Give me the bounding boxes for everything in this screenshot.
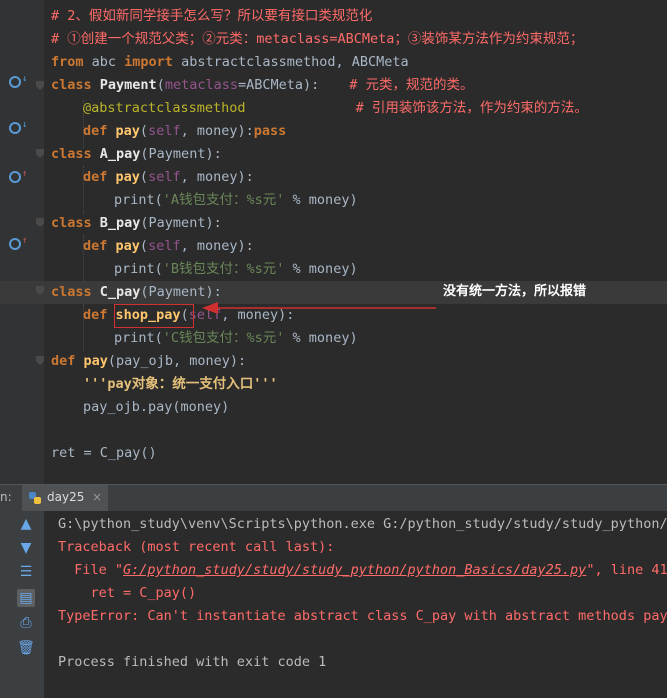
code-line-def-pay-func: def pay(pay_ojb, money): xyxy=(51,353,247,369)
code-line-comment: # 2、假如新同学接手怎么写？所以要有接口类规范化 xyxy=(51,8,373,24)
console-traceback: Traceback (most recent call last): xyxy=(58,539,335,555)
code-line-print: print('B钱包支付：%s元' % money) xyxy=(114,261,358,277)
code-line-print: print('C钱包支付：%s元' % money) xyxy=(114,330,358,346)
trash-icon[interactable]: 🗑 xyxy=(17,639,35,657)
code-line-class-b-pay: class B_pay(Payment): xyxy=(51,215,222,231)
code-line-def-pay: def pay(self, money):pass xyxy=(83,123,287,139)
code-line-pay-call: pay_ojb.pay(money) xyxy=(83,399,230,415)
implements-icon[interactable]: ↑ xyxy=(9,236,27,250)
code-line-decorator: @abstractclassmethod # 引用装饰该方法，作为约束的方法。 xyxy=(83,100,588,116)
console-type-error: TypeError: Can't instantiate abstract cl… xyxy=(58,608,667,624)
implemented-icon[interactable]: ↓ xyxy=(9,74,27,88)
implemented-icon[interactable]: ↓ xyxy=(9,120,27,134)
run-toolbar: n: day25 × xyxy=(0,484,667,512)
code-line-print: print('A钱包支付：%s元' % money) xyxy=(114,192,358,208)
run-tab-label: day25 xyxy=(47,490,85,504)
implements-icon[interactable]: ↑ xyxy=(9,169,27,183)
code-line-def-pay: def pay(self, money): xyxy=(83,169,254,185)
scroll-to-end-icon[interactable]: ▤ xyxy=(17,589,35,607)
arrow-up-icon[interactable]: ▲ xyxy=(17,515,35,533)
annotation-arrow-icon xyxy=(202,302,436,314)
close-icon[interactable]: × xyxy=(92,490,102,504)
annotation-text: 没有统一方法，所以报错 xyxy=(443,284,587,299)
print-icon[interactable]: ⎙ xyxy=(17,614,35,632)
code-editor[interactable]: ↓ ↓ ↑ ↑ # 2、假如新同学接手怎么写？所以要有接口类规范化 # ①创建一… xyxy=(0,0,667,484)
console-code-line: ret = C_pay() xyxy=(58,585,197,601)
code-line-class-a-pay: class A_pay(Payment): xyxy=(51,146,222,162)
console-finished: Process finished with exit code 1 xyxy=(58,654,327,670)
annotation-highlight-box xyxy=(114,304,194,328)
code-line-docstring: '''pay对象：统一支付入口''' xyxy=(83,376,278,392)
code-line-import: from abc import abstractclassmethod, ABC… xyxy=(51,54,409,70)
file-link[interactable]: G:/python_study/study/study_python/pytho… xyxy=(123,562,586,578)
code-line-comment: # ①创建一个规范父类；②元类：metaclass=ABCMeta；③装饰某方法… xyxy=(51,31,584,47)
run-sidebar: ▲ ▼ ☰ ▤ ⎙ 🗑 xyxy=(0,511,44,698)
console-file-line: File "G:/python_study/study/study_python… xyxy=(58,562,667,578)
code-line-ret: ret = C_pay() xyxy=(51,445,157,461)
console-command: G:\python_study\venv\Scripts\python.exe … xyxy=(58,516,667,532)
run-label: n: xyxy=(0,490,12,504)
run-console[interactable]: G:\python_study\venv\Scripts\python.exe … xyxy=(44,511,667,698)
run-tab-day25[interactable]: day25 × xyxy=(22,485,108,511)
python-icon xyxy=(29,492,41,504)
code-line-def-pay: def pay(self, money): xyxy=(83,238,254,254)
soft-wrap-icon[interactable]: ☰ xyxy=(17,563,35,581)
code-line-class-payment: class Payment(metaclass=ABCMeta): # 元类，规范… xyxy=(51,77,474,93)
arrow-down-icon[interactable]: ▼ xyxy=(17,539,35,557)
